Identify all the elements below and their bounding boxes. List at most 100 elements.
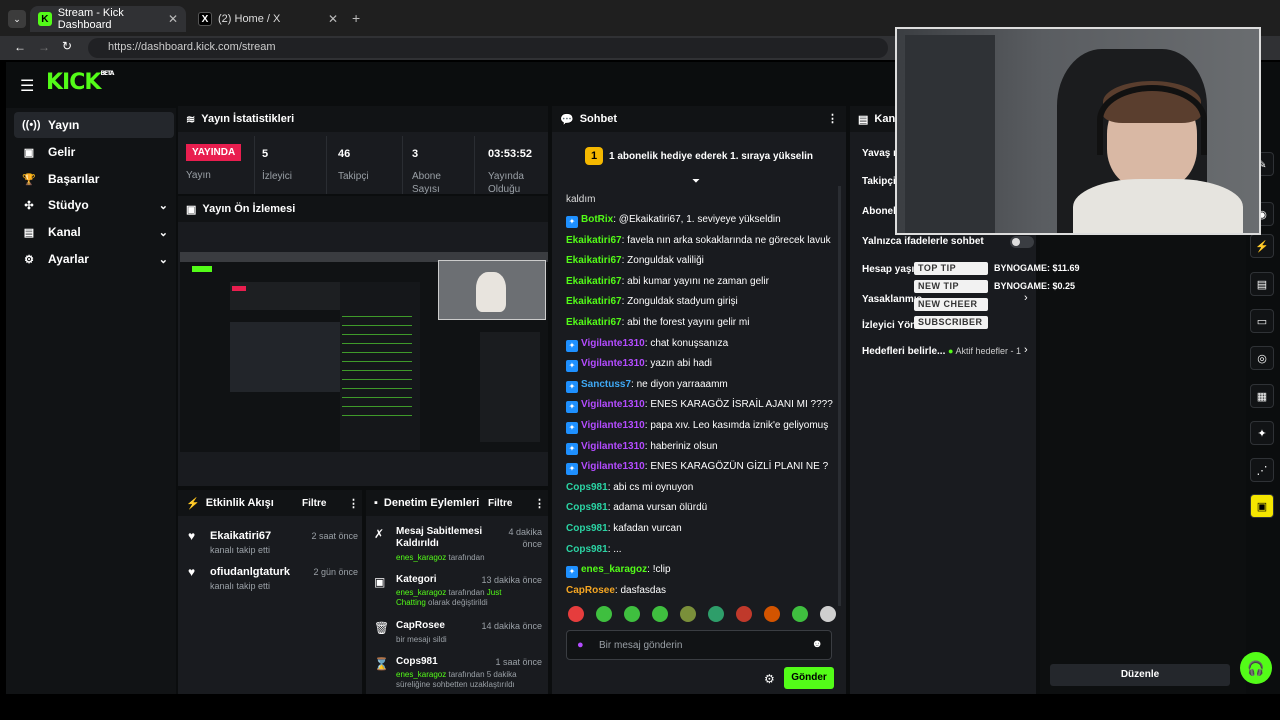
browser-tab-x[interactable]: X (2) Home / X ✕ xyxy=(190,6,346,32)
chat-settings-icon[interactable]: ⚙ xyxy=(764,672,775,686)
clapper-icon[interactable]: ▣ xyxy=(1250,494,1274,518)
chat-username[interactable]: Cops981 xyxy=(566,544,608,555)
support-button[interactable]: 🎧 xyxy=(1240,652,1272,684)
nav-item-kanal[interactable]: ▤ Kanal ⌄ xyxy=(14,219,174,245)
setting-emote-only: Yalnızca ifadelerle sohbet xyxy=(862,236,984,247)
chat-message: CapRosee: dasfasdas xyxy=(566,585,666,597)
chat-text: ... xyxy=(613,543,622,555)
broadcast-icon[interactable]: ◎ xyxy=(1250,346,1274,370)
activity-filter-button[interactable]: Filtre xyxy=(302,498,326,509)
mic-icon[interactable]: ● xyxy=(577,639,584,651)
moderator-name[interactable]: enes_karagoz xyxy=(396,553,446,562)
pinned-gift-banner[interactable]: 1 1 abonelik hediye ederek 1. sıraya yük… xyxy=(552,136,846,176)
webcam-door xyxy=(905,35,995,233)
moderation-item: ⌛ Cops981 1 saat önce enes_karagoz taraf… xyxy=(374,656,544,692)
url-field[interactable]: https://dashboard.kick.com/stream xyxy=(88,38,888,58)
forward-icon[interactable]: → xyxy=(38,40,50,54)
chat-bubble-icon[interactable]: ▭ xyxy=(1250,309,1274,333)
chat-username[interactable]: enes_karagoz xyxy=(581,564,647,575)
divider xyxy=(402,136,403,194)
nav-item-ayarlar[interactable]: ⚙ Ayarlar ⌄ xyxy=(14,246,174,272)
chat-input[interactable]: ● Bir mesaj gönderin ☻ xyxy=(566,630,832,660)
emote-icon[interactable] xyxy=(736,606,752,622)
activity-action: kanalı takip etti xyxy=(210,545,271,555)
chat-text: kafadan vurcan xyxy=(613,523,682,534)
share-icon[interactable]: ⋰ xyxy=(1250,458,1274,482)
printer-icon[interactable]: ▦ xyxy=(1250,384,1274,408)
kick-logo[interactable]: KICKBETA xyxy=(46,70,114,95)
moderator-name[interactable]: enes_karagoz xyxy=(396,588,446,597)
emote-icon[interactable] xyxy=(792,606,808,622)
chat-username[interactable]: BotRix xyxy=(581,214,613,225)
chat-scrollbar[interactable] xyxy=(838,186,841,606)
reload-icon[interactable]: ↻ xyxy=(62,39,72,53)
moderation-icon: ▪ xyxy=(374,497,378,509)
tab-list-button[interactable]: ⌄ xyxy=(8,10,26,28)
chat-username[interactable]: Sanctuss7 xyxy=(581,379,631,390)
chat-username[interactable]: Vigilante1310 xyxy=(581,399,645,410)
moderator-name[interactable]: enes_karagoz xyxy=(396,670,446,679)
chat-username[interactable]: Cops981 xyxy=(566,482,608,493)
emote-icon[interactable] xyxy=(652,606,668,622)
emote-icon[interactable] xyxy=(568,606,584,622)
moderation-filter-button[interactable]: Filtre xyxy=(488,498,512,509)
chat-username[interactable]: Ekaikatiri67 xyxy=(566,317,622,328)
back-icon[interactable]: ← xyxy=(14,40,26,54)
nav-item-basarilar[interactable]: 🏆 Başarılar xyxy=(14,166,174,192)
chat-username[interactable]: Ekaikatiri67 xyxy=(566,276,622,287)
chat-username[interactable]: Vigilante1310 xyxy=(581,338,645,349)
panel-title: Etkinlik Akışı xyxy=(205,497,274,509)
nav-item-yayin[interactable]: ((•)) Yayın xyxy=(14,112,174,138)
emoji-icon[interactable]: ☻ xyxy=(811,638,823,650)
emote-icon[interactable] xyxy=(596,606,612,622)
emote-icon[interactable] xyxy=(680,606,696,622)
wrench-icon[interactable]: ✦ xyxy=(1250,421,1274,445)
chat-username[interactable]: Vigilante1310 xyxy=(581,358,645,369)
chevron-right-icon[interactable]: › xyxy=(1024,292,1028,304)
emote-icon[interactable] xyxy=(708,606,724,622)
webcam-headphones xyxy=(1097,85,1207,155)
heart-icon: ♥ xyxy=(188,565,196,579)
new-tab-button[interactable]: + xyxy=(352,10,360,26)
document-icon[interactable]: ▤ xyxy=(1250,272,1274,296)
chat-username[interactable]: Vigilante1310 xyxy=(581,420,645,431)
collapse-arrow-icon[interactable]: ⏷ xyxy=(692,176,700,187)
nav-item-studyo[interactable]: ✣ Stüdyo ⌄ xyxy=(14,192,174,218)
emote-icon[interactable] xyxy=(820,606,836,622)
emote-only-toggle[interactable] xyxy=(1010,236,1034,248)
chat-username[interactable]: CapRosee xyxy=(566,585,615,596)
moderation-desc: bir mesajı sildi xyxy=(396,635,447,644)
close-tab-icon[interactable]: ✕ xyxy=(328,12,338,26)
close-tab-icon[interactable]: ✕ xyxy=(168,12,178,26)
chat-username[interactable]: Vigilante1310 xyxy=(581,461,645,472)
chat-username[interactable]: Cops981 xyxy=(566,523,608,534)
chat-username[interactable]: Ekaikatiri67 xyxy=(566,255,622,266)
chat-text: ENES KARAGÖZ İSRAİL AJANI MI ???? xyxy=(650,399,833,411)
chat-username[interactable]: Cops981 xyxy=(566,502,608,513)
stream-preview-video[interactable] xyxy=(180,252,548,452)
emote-icon[interactable] xyxy=(764,606,780,622)
edit-button[interactable]: Düzenle xyxy=(1050,664,1230,686)
uptime-label: Yayında Olduğu xyxy=(488,171,524,195)
chat-menu-icon[interactable]: ⋮ xyxy=(827,112,838,125)
setting-goals[interactable]: Hedefleri belirle... xyxy=(862,346,945,357)
preview-right-panel xyxy=(480,332,540,442)
moderation-menu-icon[interactable]: ⋮ xyxy=(534,497,545,510)
lightning-icon[interactable]: ⚡ xyxy=(1250,234,1274,258)
panel-title: Sohbet xyxy=(579,113,617,125)
nav-item-gelir[interactable]: ▣ Gelir xyxy=(14,139,174,165)
chat-username[interactable]: Vigilante1310 xyxy=(581,441,645,452)
send-button[interactable]: Gönder xyxy=(784,667,834,689)
menu-icon[interactable]: ☰ xyxy=(20,76,34,96)
moderation-time: 14 dakika önce xyxy=(481,621,542,631)
chat-username[interactable]: Ekaikatiri67 xyxy=(566,296,622,307)
trophy-icon: 🏆 xyxy=(22,173,36,186)
chevron-right-icon[interactable]: › xyxy=(1024,344,1028,356)
browser-tab-kick[interactable]: K Stream - Kick Dashboard ✕ xyxy=(30,6,186,32)
chat-message: ✦ Vigilante1310: chat konuşsanıza xyxy=(566,338,728,352)
activity-menu-icon[interactable]: ⋮ xyxy=(348,497,359,510)
change-suffix: olarak değiştirildi xyxy=(428,598,488,607)
chat-username[interactable]: Ekaikatiri67 xyxy=(566,235,622,246)
emote-icon[interactable] xyxy=(624,606,640,622)
chat-text: !clip xyxy=(652,564,671,576)
